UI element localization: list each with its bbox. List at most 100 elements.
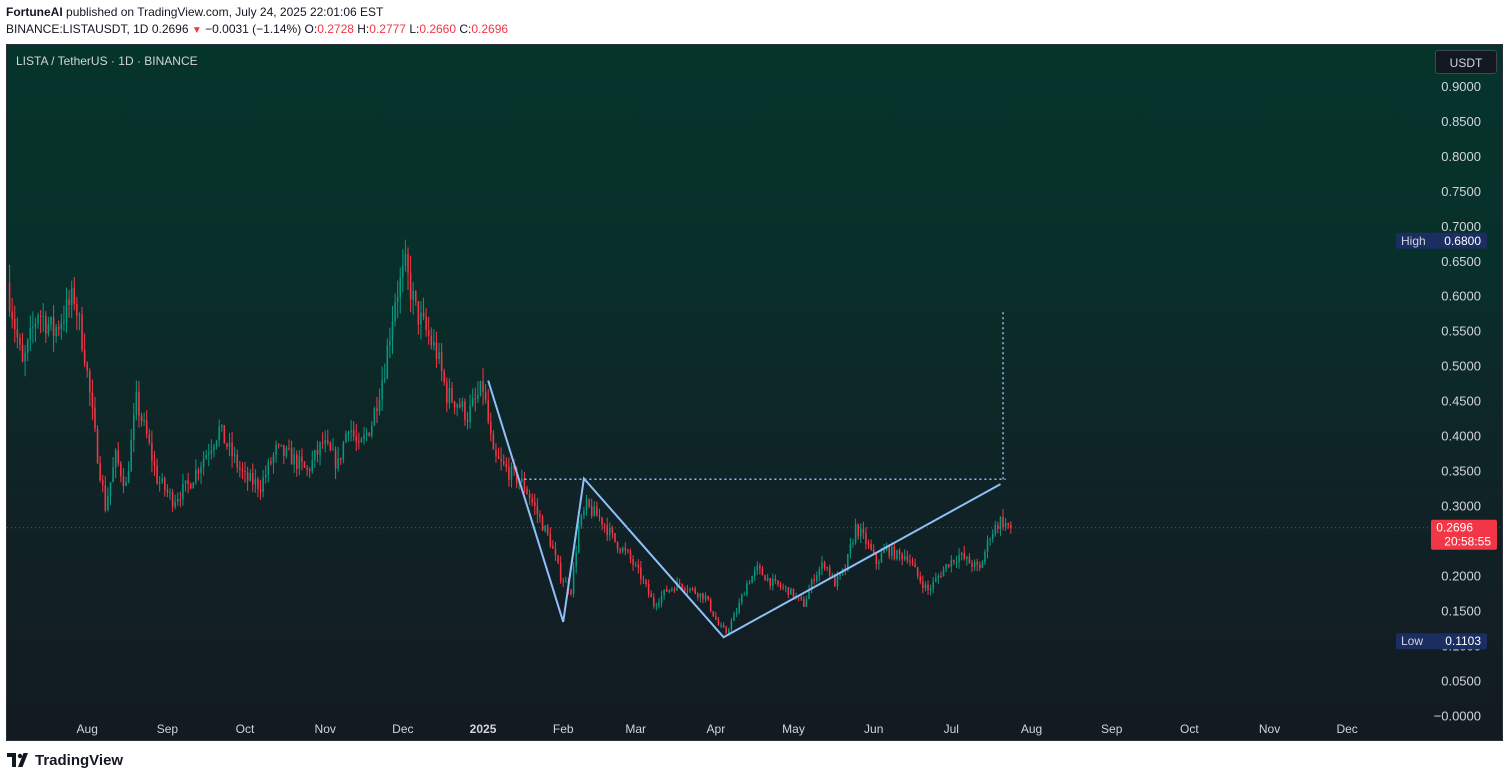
price-tick-label: 0.5000 <box>1441 359 1481 374</box>
candle-body <box>565 581 567 583</box>
chart-pane[interactable]: 0.9000 0.8500 0.8000 0.7500 0.7000 0.6500 0.60… <box>6 44 1503 741</box>
candle-body <box>521 478 523 482</box>
candles-layer <box>8 239 1012 636</box>
candle-body <box>321 442 324 444</box>
candle-body <box>973 562 976 568</box>
candle-body <box>275 444 277 455</box>
candle-body <box>598 516 601 518</box>
currency-button[interactable]: USDT <box>1435 50 1497 74</box>
chart-canvas[interactable]: 0.9000 0.8500 0.8000 0.7500 0.7000 0.6500 0.60… <box>7 45 1502 740</box>
candle-body <box>83 349 86 364</box>
candle-body <box>104 485 107 511</box>
time-tick-label: Dec <box>1336 722 1357 736</box>
candle-body <box>919 576 922 582</box>
candle-body <box>78 314 81 316</box>
candle-body <box>99 463 101 481</box>
candle-body <box>352 430 355 437</box>
candle-body <box>363 434 365 440</box>
candle-body <box>922 581 924 588</box>
candle-body <box>686 590 689 592</box>
candle-body <box>125 482 127 486</box>
candle-body <box>76 304 78 316</box>
candle-body <box>202 458 205 467</box>
price-tick-label: 0.2000 <box>1441 568 1481 583</box>
candle-body <box>458 404 461 408</box>
candle-body <box>852 542 854 545</box>
candle-body <box>634 564 637 566</box>
candle-body <box>135 391 138 415</box>
candle-body <box>29 327 32 341</box>
candle-body <box>174 501 176 507</box>
candle-body <box>427 330 430 336</box>
candle-body <box>197 469 200 474</box>
candle-body <box>541 517 544 531</box>
candle-body <box>609 528 611 536</box>
candle-body <box>989 539 991 541</box>
candle-body <box>70 288 73 305</box>
candle-body <box>492 434 495 450</box>
candle-body <box>898 550 901 554</box>
ohlc-line: BINANCE:LISTAUSDT, 1D 0.2696 ▼ −0.0031 (… <box>6 22 508 36</box>
candle-body <box>546 525 549 534</box>
open-value: 0.2728 <box>317 22 354 36</box>
candle-body <box>479 381 482 396</box>
candle-body <box>994 525 997 535</box>
candle-body <box>510 465 513 480</box>
candle-body <box>73 288 76 305</box>
candle-body <box>508 466 510 480</box>
candle-body <box>153 460 156 466</box>
candle-body <box>570 590 572 595</box>
author-name[interactable]: FortuneAI <box>6 5 63 19</box>
candle-body <box>769 577 771 586</box>
candle-body <box>740 595 743 603</box>
publish-line: FortuneAI published on TradingView.com, … <box>6 5 383 19</box>
candle-body <box>63 321 65 324</box>
candle-body <box>580 515 583 526</box>
candle-body <box>342 442 345 460</box>
candle-body <box>927 584 929 591</box>
time-tick-label: Sep <box>1101 722 1123 736</box>
candle-body <box>826 567 828 569</box>
tradingview-logo[interactable]: TradingView <box>7 750 123 770</box>
candle-body <box>761 568 764 576</box>
candle-body <box>264 474 267 478</box>
candle-body <box>358 441 360 443</box>
candle-body <box>991 534 994 540</box>
candle-body <box>735 612 738 615</box>
candle-body <box>557 555 559 563</box>
time-tick-label: Jun <box>864 722 883 736</box>
candle-body <box>378 399 381 412</box>
change-value: −0.0031 (−1.14%) <box>205 22 302 36</box>
candle-body <box>909 560 911 563</box>
candle-body <box>559 562 562 581</box>
candle-body <box>148 434 151 443</box>
candle-body <box>252 473 254 485</box>
candle-body <box>301 456 303 463</box>
candle-body <box>743 594 746 596</box>
candle-body <box>350 430 352 432</box>
candle-body <box>112 467 114 483</box>
candle-body <box>978 564 981 568</box>
high-tag-value: 0.6800 <box>1444 234 1481 248</box>
candle-body <box>451 387 453 402</box>
candle-body <box>539 514 541 518</box>
candle-body <box>151 442 153 461</box>
candle-body <box>647 584 650 594</box>
price-tick-label: 0.8500 <box>1441 114 1481 129</box>
candle-body <box>611 528 614 533</box>
candle-body <box>849 544 852 554</box>
candle-body <box>619 549 621 552</box>
candle-body <box>888 545 890 556</box>
candle-body <box>704 595 707 600</box>
candle-body <box>130 439 132 472</box>
candle-body <box>707 595 709 600</box>
candle-body <box>91 392 94 408</box>
high-value: 0.2777 <box>369 22 406 36</box>
candle-body <box>637 564 640 568</box>
candle-body <box>184 480 187 484</box>
candle-body <box>531 498 533 503</box>
candle-body <box>627 550 629 552</box>
candle-body <box>487 400 489 422</box>
candle-body <box>823 562 826 568</box>
candle-body <box>963 553 966 559</box>
